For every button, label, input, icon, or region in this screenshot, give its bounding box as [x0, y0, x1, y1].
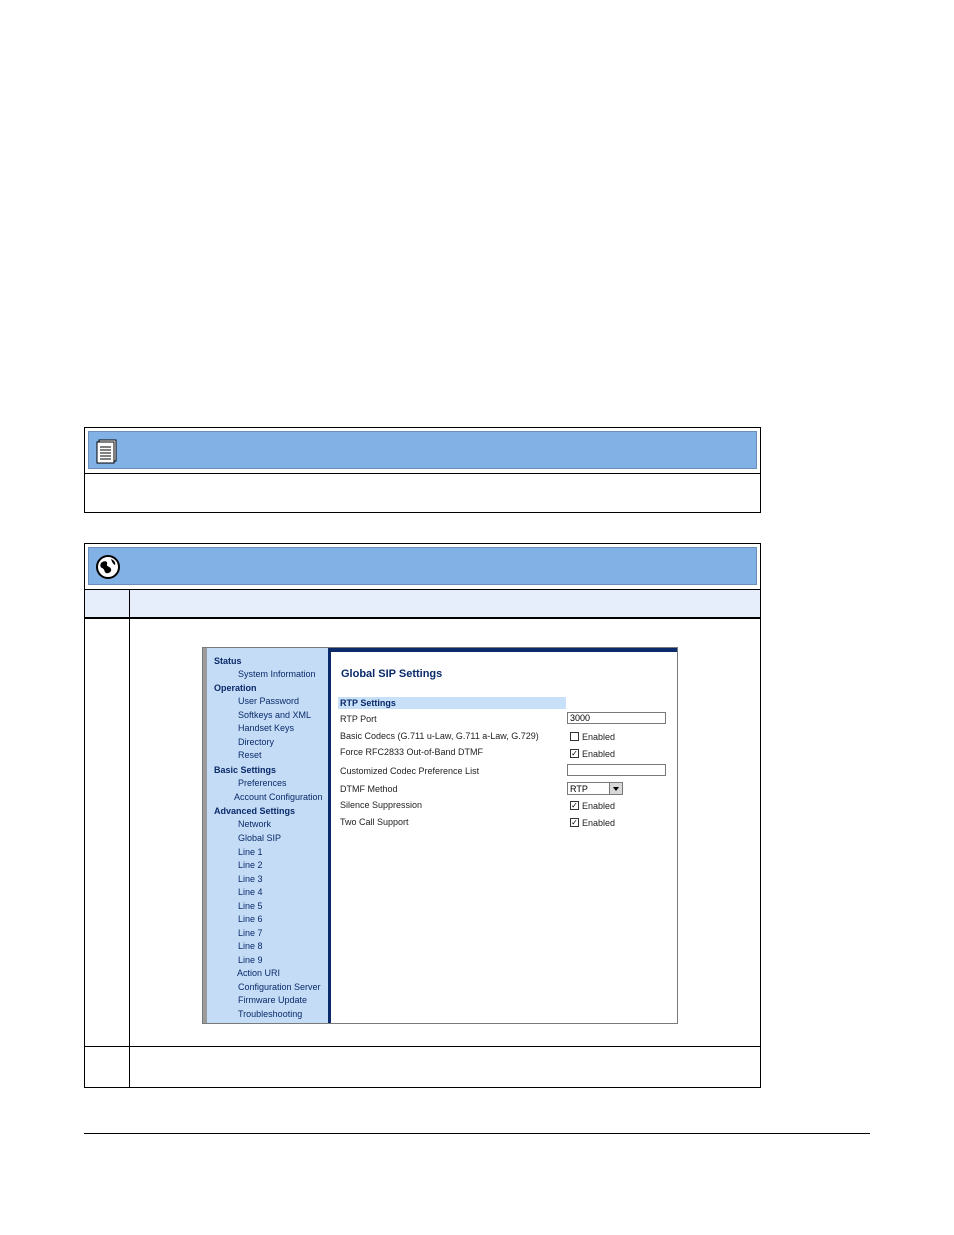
chevron-down-icon[interactable] [609, 783, 622, 794]
silence-suppression-label: Silence Suppression [340, 800, 423, 810]
nav-item-troubleshooting[interactable]: Troubleshooting [238, 1009, 302, 1019]
nav-item-firmware-update[interactable]: Firmware Update [238, 995, 307, 1005]
nav-item-user-password[interactable]: User Password [238, 696, 299, 706]
column-divider [129, 589, 130, 1087]
nav-item-directory[interactable]: Directory [238, 737, 274, 747]
nav-item-softkeys-xml[interactable]: Softkeys and XML [238, 710, 311, 720]
silence-suppression-checkbox[interactable]: ✓ [570, 801, 579, 810]
note-body [85, 473, 760, 512]
force-rfc2833-label: Force RFC2833 Out-of-Band DTMF [340, 747, 484, 757]
row-divider [85, 1046, 760, 1047]
nav-heading-basic-settings[interactable]: Basic Settings [214, 765, 276, 775]
web-ui-screenshot: Status System Information Operation User… [202, 647, 678, 1024]
nav-item-line-3[interactable]: Line 3 [238, 874, 263, 884]
nav-heading-operation[interactable]: Operation [214, 683, 257, 693]
page-title: Global SIP Settings [341, 668, 443, 680]
nav-item-action-uri[interactable]: Action URI [237, 968, 280, 978]
basic-codecs-label: Basic Codecs (G.711 u-Law, G.711 a-Law, … [340, 731, 539, 741]
footer-rule [84, 1133, 870, 1134]
globe-icon [96, 555, 120, 579]
row-divider [85, 618, 760, 619]
two-call-support-enabled-label: Enabled [582, 818, 616, 828]
nav-item-line-9[interactable]: Line 9 [238, 955, 263, 965]
nav-item-line-1[interactable]: Line 1 [238, 847, 263, 857]
nav-item-account-configuration[interactable]: Account Configuration [234, 792, 323, 802]
nav-item-system-information[interactable]: System Information [238, 669, 316, 679]
rtp-port-input[interactable]: 3000 [567, 712, 666, 724]
nav-item-line-5[interactable]: Line 5 [238, 901, 263, 911]
nav-item-line-8[interactable]: Line 8 [238, 941, 263, 951]
codec-preference-label: Customized Codec Preference List [340, 766, 480, 776]
rtp-port-label: RTP Port [340, 714, 377, 724]
nav-item-preferences[interactable]: Preferences [238, 778, 287, 788]
basic-codecs-checkbox[interactable] [570, 732, 579, 741]
procedure-header-row [85, 589, 760, 618]
dtmf-method-select[interactable]: RTP [567, 782, 623, 795]
procedure-banner [88, 547, 757, 585]
basic-codecs-enabled-label: Enabled [582, 732, 616, 742]
nav-item-line-7[interactable]: Line 7 [238, 928, 263, 938]
nav-item-network[interactable]: Network [238, 819, 271, 829]
note-box [84, 427, 761, 513]
note-banner [88, 431, 757, 469]
nav-item-line-6[interactable]: Line 6 [238, 914, 263, 924]
force-rfc2833-checkbox[interactable]: ✓ [570, 749, 579, 758]
silence-suppression-enabled-label: Enabled [582, 801, 616, 811]
dtmf-method-value: RTP [570, 784, 588, 794]
dtmf-method-label: DTMF Method [340, 784, 398, 794]
nav-heading-status[interactable]: Status [214, 656, 242, 666]
nav-item-reset[interactable]: Reset [238, 750, 262, 760]
two-call-support-label: Two Call Support [340, 817, 409, 827]
nav-heading-advanced-settings[interactable]: Advanced Settings [214, 806, 295, 816]
codec-preference-input[interactable] [567, 764, 666, 776]
force-rfc2833-enabled-label: Enabled [582, 749, 616, 759]
nav-item-global-sip[interactable]: Global SIP [238, 833, 281, 843]
sidebar-nav: Status System Information Operation User… [203, 648, 331, 1023]
nav-item-line-2[interactable]: Line 2 [238, 860, 263, 870]
nav-item-handset-keys[interactable]: Handset Keys [238, 723, 294, 733]
two-call-support-checkbox[interactable]: ✓ [570, 818, 579, 827]
nav-item-configuration-server[interactable]: Configuration Server [238, 982, 321, 992]
section-title: RTP Settings [340, 698, 396, 708]
notepad-icon [96, 439, 117, 464]
nav-item-line-4[interactable]: Line 4 [238, 887, 263, 897]
settings-content: Global SIP Settings RTP Settings RTP Por… [331, 648, 677, 1023]
